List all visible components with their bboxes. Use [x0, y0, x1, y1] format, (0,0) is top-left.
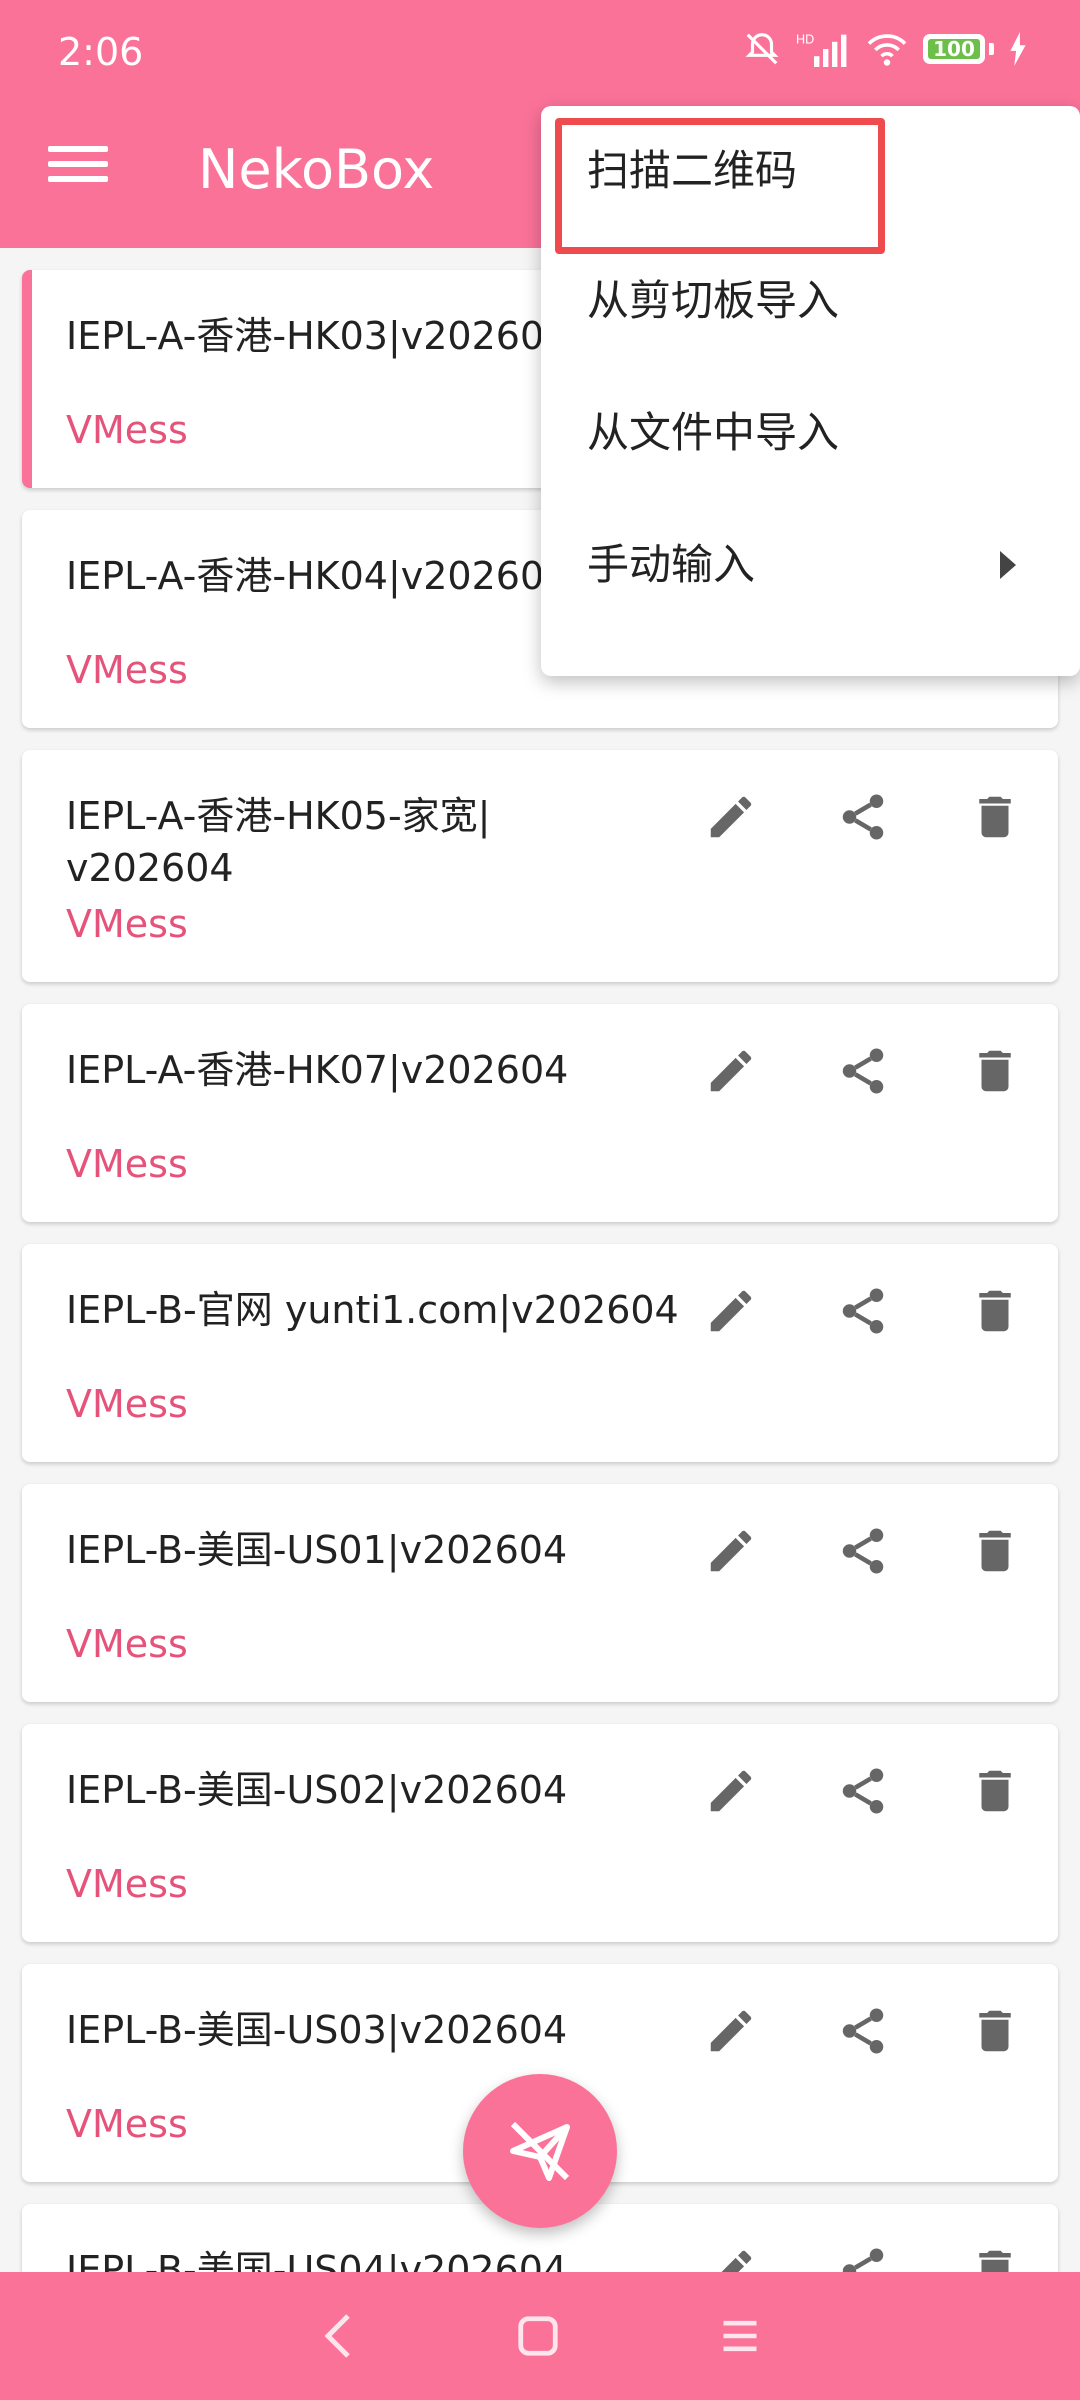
connect-fab[interactable] [463, 2074, 617, 2228]
profile-name: IEPL-B-美国-US02|v202604 [66, 1768, 568, 1812]
app-title: NekoBox [198, 138, 435, 201]
profile-card[interactable]: IEPL-A-香港-HK07|v202604 VMess [22, 1004, 1058, 1222]
profile-name: IEPL-A-香港-HK07|v202604 [66, 1048, 569, 1092]
card-actions [700, 786, 1026, 848]
share-icon[interactable] [832, 1520, 894, 1582]
battery-level: 100 [933, 37, 975, 61]
share-icon[interactable] [832, 2000, 894, 2062]
menu-item-manual-input[interactable]: 手动输入 [541, 500, 1080, 630]
screen: 2:06 HD 100 NekoBox IEPL-A-香港-HK03|v2026… [0, 0, 1080, 2400]
hd-label: HD [796, 33, 814, 47]
wifi-icon [867, 34, 907, 66]
profile-type: VMess [66, 1382, 188, 1426]
profile-name: IEPL-B-官网 yunti1.com|v202604 [66, 1288, 679, 1332]
profile-type: VMess [66, 902, 188, 946]
trash-icon[interactable] [964, 1760, 1026, 1822]
submenu-arrow-icon [1000, 551, 1016, 579]
pencil-icon[interactable] [700, 1280, 762, 1342]
home-icon[interactable] [515, 2313, 561, 2359]
pencil-icon[interactable] [700, 1040, 762, 1102]
battery-tip [989, 43, 994, 55]
profile-type: VMess [66, 648, 188, 692]
profile-card[interactable]: IEPL-B-官网 yunti1.com|v202604 VMess [22, 1244, 1058, 1462]
pencil-icon[interactable] [700, 1520, 762, 1582]
share-icon[interactable] [832, 1280, 894, 1342]
card-actions [700, 1520, 1026, 1582]
menu-button[interactable] [48, 146, 108, 196]
alarm-off-icon [745, 33, 779, 65]
recents-icon[interactable] [718, 2314, 762, 2358]
profile-type: VMess [66, 408, 188, 452]
card-actions [700, 2000, 1026, 2062]
profile-type: VMess [66, 1862, 188, 1906]
profile-name: IEPL-B-美国-US01|v202604 [66, 1528, 568, 1572]
card-actions [700, 1040, 1026, 1102]
back-icon[interactable] [318, 2311, 358, 2361]
share-icon[interactable] [832, 786, 894, 848]
status-time: 2:06 [58, 30, 144, 74]
profile-type: VMess [66, 2102, 188, 2146]
status-icons: HD 100 [743, 30, 1028, 68]
trash-icon[interactable] [964, 2000, 1026, 2062]
profile-card[interactable]: IEPL-B-美国-US02|v202604 VMess [22, 1724, 1058, 1942]
menu-item-import-clipboard[interactable]: 从剪切板导入 [541, 236, 1080, 366]
profile-name: IEPL-B-美国-US03|v202604 [66, 2008, 568, 2052]
profile-card[interactable]: IEPL-A-香港-HK05-家宽| v202604 VMess [22, 750, 1058, 982]
add-profile-menu: 扫描二维码 从剪切板导入 从文件中导入 手动输入 [541, 106, 1080, 676]
system-nav-bar [0, 2272, 1080, 2400]
share-icon[interactable] [832, 1760, 894, 1822]
trash-icon[interactable] [964, 786, 1026, 848]
card-actions [700, 1760, 1026, 1822]
card-actions [700, 1280, 1026, 1342]
share-icon[interactable] [832, 1040, 894, 1102]
menu-item-manual-input-label: 手动输入 [587, 540, 756, 589]
profile-type: VMess [66, 1622, 188, 1666]
battery-icon: 100 [923, 34, 985, 64]
trash-icon[interactable] [964, 1280, 1026, 1342]
signal-icon: HD [796, 33, 847, 67]
menu-item-import-file[interactable]: 从文件中导入 [541, 368, 1080, 498]
profile-type: VMess [66, 1142, 188, 1186]
charging-icon [1010, 32, 1026, 66]
profile-name: IEPL-A-香港-HK05-家宽| v202604 [66, 794, 491, 890]
trash-icon[interactable] [964, 1520, 1026, 1582]
pencil-icon[interactable] [700, 1760, 762, 1822]
pencil-icon[interactable] [700, 786, 762, 848]
pencil-icon[interactable] [700, 2000, 762, 2062]
highlight-box [555, 118, 885, 254]
paper-plane-off-icon [510, 2121, 570, 2181]
trash-icon[interactable] [964, 1040, 1026, 1102]
profile-card[interactable]: IEPL-B-美国-US01|v202604 VMess [22, 1484, 1058, 1702]
